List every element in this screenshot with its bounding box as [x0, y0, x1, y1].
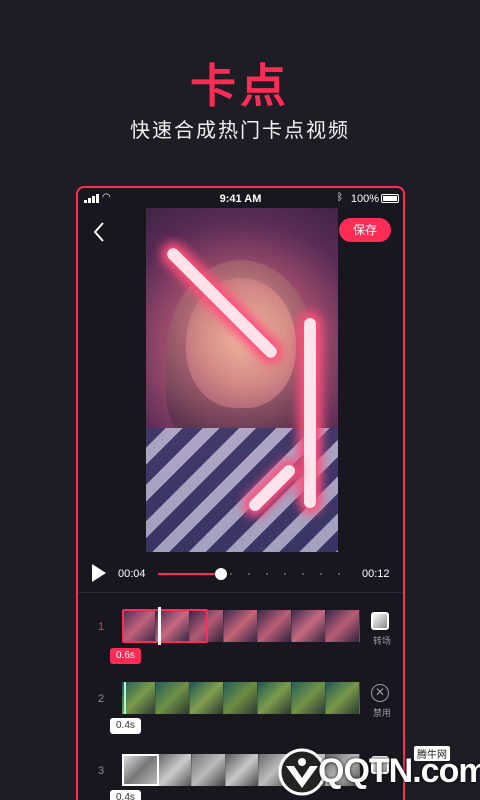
watermark: QQTN.com 腾牛网 — [272, 744, 480, 800]
disable-icon[interactable]: ✕ — [371, 684, 389, 702]
play-icon[interactable] — [92, 564, 106, 582]
scrubber-progress — [158, 573, 222, 575]
divider — [78, 592, 403, 593]
battery-icon — [381, 194, 399, 203]
watermark-cn: 腾牛网 — [414, 746, 450, 761]
watermark-text: QQTN.com — [318, 752, 480, 790]
selected-clip[interactable] — [122, 609, 208, 643]
hero-title: 卡点 — [190, 60, 290, 112]
current-time: 00:04 — [118, 568, 146, 580]
disable-label[interactable]: 禁用 — [368, 706, 396, 719]
preview-face — [186, 278, 296, 408]
track-index: 3 — [98, 765, 105, 777]
save-button[interactable]: 保存 — [339, 218, 391, 242]
transition-label[interactable]: 转场 — [368, 634, 396, 647]
phone-mockup: ◠ 9:41 AM ᛒ 100% 保存 00:04 00:12 1 0.6s 转… — [76, 186, 405, 800]
total-time: 00:12 — [362, 568, 390, 580]
track-index: 1 — [98, 621, 105, 633]
timeline-cursor[interactable] — [158, 607, 161, 645]
clip-duration: 0.4s — [110, 790, 141, 800]
clip-marker — [124, 682, 126, 714]
clip-duration: 0.6s — [110, 648, 141, 664]
clip-strip-2[interactable] — [122, 682, 360, 714]
clip-duration: 0.4s — [110, 718, 141, 734]
bluetooth-icon: ᛒ — [337, 192, 343, 203]
video-preview[interactable] — [146, 208, 338, 552]
transition-icon[interactable] — [371, 612, 389, 630]
status-bar: ◠ 9:41 AM ᛒ 100% — [78, 188, 403, 210]
playback-scrubber[interactable] — [158, 568, 350, 580]
scrubber-handle[interactable] — [215, 568, 228, 580]
battery-percent: 100% — [350, 193, 379, 205]
track-index: 2 — [98, 693, 105, 705]
neon-light — [304, 318, 316, 508]
hero-subtitle: 快速合成热门卡点视频 — [130, 120, 350, 142]
back-chevron-icon[interactable] — [90, 220, 108, 244]
